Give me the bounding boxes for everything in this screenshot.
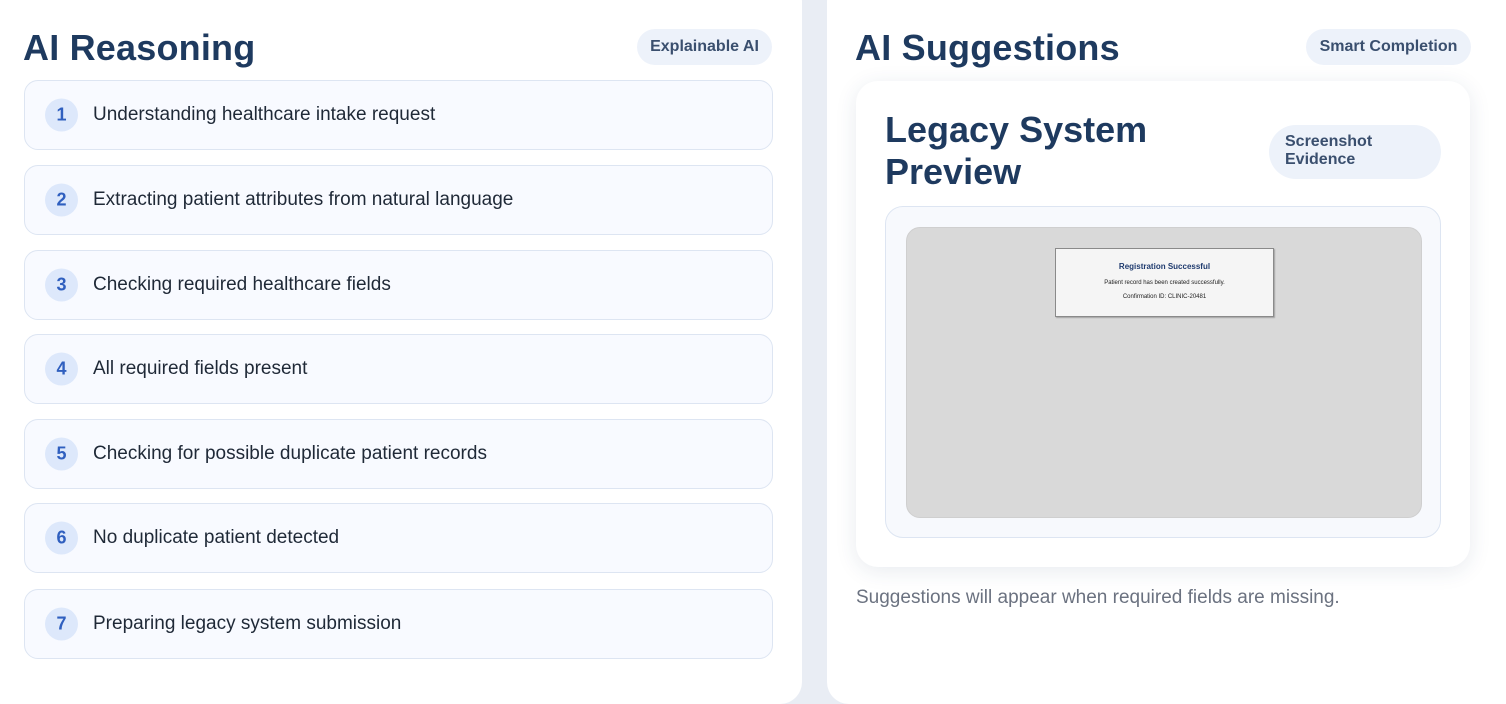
success-dialog: Registration Successful Patient record h…	[1055, 248, 1274, 317]
step-text: Checking required healthcare fields	[93, 274, 391, 295]
smart-completion-badge: Smart Completion	[1306, 29, 1471, 65]
legacy-preview-card: Legacy System Preview Screenshot Evidenc…	[856, 81, 1470, 567]
step-number: 5	[45, 437, 78, 471]
step-text: Extracting patient attributes from natur…	[93, 189, 514, 210]
suggestions-title: AI Suggestions	[855, 27, 1120, 68]
step-number: 4	[45, 352, 78, 386]
reasoning-step: 5 Checking for possible duplicate patien…	[24, 419, 773, 489]
step-text: Preparing legacy system submission	[93, 613, 402, 634]
screenshot-frame: Registration Successful Patient record h…	[885, 206, 1441, 538]
step-text: Checking for possible duplicate patient …	[93, 443, 487, 464]
dialog-title: Registration Successful	[1118, 262, 1211, 271]
confirmation-id: Confirmation ID: CLINIC-20481	[1122, 294, 1207, 300]
step-text: No duplicate patient detected	[93, 527, 340, 548]
screenshot-evidence-badge: Screenshot Evidence	[1269, 125, 1441, 179]
reasoning-step: 2 Extracting patient attributes from nat…	[24, 165, 773, 235]
reasoning-step: 3 Checking required healthcare fields	[24, 250, 773, 320]
reasoning-step: 4 All required fields present	[24, 334, 773, 404]
step-text: All required fields present	[93, 358, 308, 379]
step-number: 3	[45, 268, 78, 302]
reasoning-step: 7 Preparing legacy system submission	[24, 589, 773, 659]
legacy-screenshot: Registration Successful Patient record h…	[906, 227, 1422, 518]
preview-title: Legacy System Preview	[885, 109, 1148, 192]
dialog-message: Patient record has been created successf…	[1104, 280, 1225, 286]
step-number: 2	[45, 183, 78, 217]
step-number: 6	[45, 521, 78, 555]
step-text: Understanding healthcare intake request	[93, 104, 436, 125]
reasoning-step: 6 No duplicate patient detected	[24, 503, 773, 573]
step-number: 1	[45, 98, 78, 132]
reasoning-title: AI Reasoning	[23, 27, 256, 68]
explainable-ai-badge: Explainable AI	[637, 29, 772, 65]
step-number: 7	[45, 607, 78, 641]
reasoning-step: 1 Understanding healthcare intake reques…	[24, 80, 773, 150]
suggestions-empty-hint: Suggestions will appear when required fi…	[856, 587, 1340, 608]
